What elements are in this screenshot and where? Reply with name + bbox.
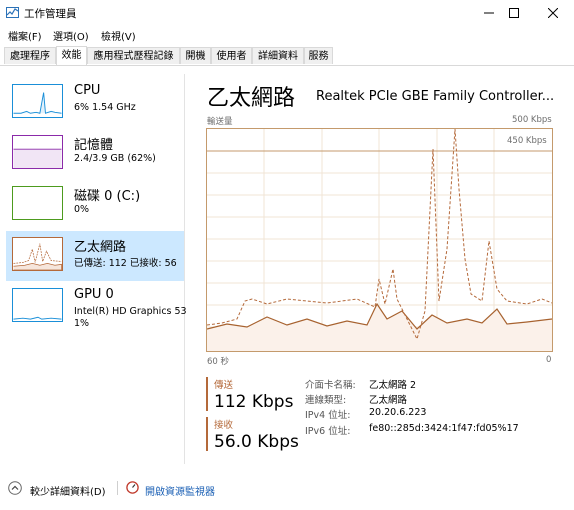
menu-view[interactable]: 檢視(V) [101,28,136,43]
receive-label: 接收 [214,420,234,431]
maximize-button[interactable] [497,0,531,26]
sidebar-item-value: 0% [74,204,90,215]
send-value: 112 Kbps [214,392,294,412]
sidebar-item-value: 6% 1.54 GHz [74,102,136,113]
ipv6-label: IPv6 位址: [305,426,351,437]
throughput-label: 輸送量 [207,117,233,127]
chevron-up-icon[interactable] [8,481,22,495]
title-bar: 工作管理員 [0,0,574,26]
tab-performance[interactable]: 效能 [56,46,87,65]
sidebar-item-value: Intel(R) HD Graphics 53 [74,306,187,317]
sidebar-item-cpu[interactable]: CPU 6% 1.54 GHz [6,78,184,128]
tab-startup[interactable]: 開機 [180,47,211,64]
tab-services[interactable]: 服務 [304,47,333,64]
close-icon [548,8,558,18]
sidebar-item-gpu[interactable]: GPU 0 Intel(R) HD Graphics 53 1% [6,282,187,332]
window-title: 工作管理員 [24,8,77,20]
resource-sidebar: CPU 6% 1.54 GHz 記憶體 2.4/3.9 GB (62%) 磁碟 … [6,74,187,464]
menu-bar: 檔案(F) 選項(O) 檢視(V) [0,26,574,44]
disk-thumbnail-graph [12,186,63,220]
memory-thumbnail-graph [12,135,63,169]
adapter-name-label: 介面卡名稱: [305,380,356,391]
send-stat: 傳送 112 Kbps [206,377,294,412]
sidebar-item-disk[interactable]: 磁碟 0 (C:) 0% [6,180,184,230]
sidebar-item-label: 記憶體 [74,138,114,153]
throughput-graph [206,128,553,352]
sidebar-item-memory[interactable]: 記憶體 2.4/3.9 GB (62%) [6,129,184,179]
menu-file[interactable]: 檔案(F) [8,28,42,43]
sidebar-item-label: 乙太網路 [74,240,127,255]
tab-app-history[interactable]: 應用程式歷程記錄 [87,47,180,64]
sidebar-item-label: GPU 0 [74,287,114,302]
minimize-icon [484,12,494,14]
close-button[interactable] [536,0,570,26]
sidebar-item-ethernet[interactable]: 乙太網路 已傳送: 112 已接收: 56 [6,231,184,281]
fewer-details-link[interactable]: 較少詳細資料(D) [30,483,106,498]
receive-value: 56.0 Kbps [214,432,299,452]
ipv4-label: IPv4 位址: [305,410,351,421]
sidebar-item-value: 2.4/3.9 GB (62%) [74,153,156,164]
throughput-graph-svg [207,129,552,351]
ipv4-value: 20.20.6.223 [369,407,427,418]
time-axis-right-label: 0 [546,355,552,365]
resource-monitor-icon[interactable] [126,481,139,494]
graph-line-label: 450 Kbps [507,136,547,146]
connection-type-value: 乙太網路 [369,395,408,406]
cpu-thumbnail-graph [12,84,63,118]
sidebar-item-value: 已傳送: 112 已接收: 56 [74,258,177,269]
connection-type-label: 連線類型: [305,395,347,406]
page-title: 乙太網路 [207,86,296,111]
sidebar-item-label: CPU [74,83,101,98]
ipv6-value: fe80::285d:3424:1f47:fd05%17 [369,423,519,434]
graph-max-label: 500 Kbps [512,115,552,125]
footer-bar: 較少詳細資料(D) 開啟資源監視器 [0,478,574,500]
maximize-icon [509,8,519,18]
gpu-thumbnail-graph [12,288,63,322]
sidebar-item-value-2: 1% [74,318,90,329]
sidebar-item-label: 磁碟 0 (C:) [74,189,141,204]
ethernet-thumbnail-graph [12,237,63,271]
tab-strip: 處理程序 效能 應用程式歷程記錄 開機 使用者 詳細資料 服務 [0,46,574,66]
task-manager-icon [6,7,19,18]
send-label: 傳送 [214,380,234,391]
tab-users[interactable]: 使用者 [211,47,252,64]
open-resource-monitor-link[interactable]: 開啟資源監視器 [145,483,215,498]
tab-processes[interactable]: 處理程序 [4,47,56,64]
adapter-name: Realtek PCIe GBE Family Controller... [316,89,555,104]
tab-details[interactable]: 詳細資料 [252,47,304,64]
adapter-name-value: 乙太網路 2 [369,380,417,391]
receive-stat: 接收 56.0 Kbps [206,417,299,452]
time-axis-left-label: 60 秒 [207,357,230,367]
footer-divider [117,481,118,495]
menu-options[interactable]: 選項(O) [53,28,89,43]
